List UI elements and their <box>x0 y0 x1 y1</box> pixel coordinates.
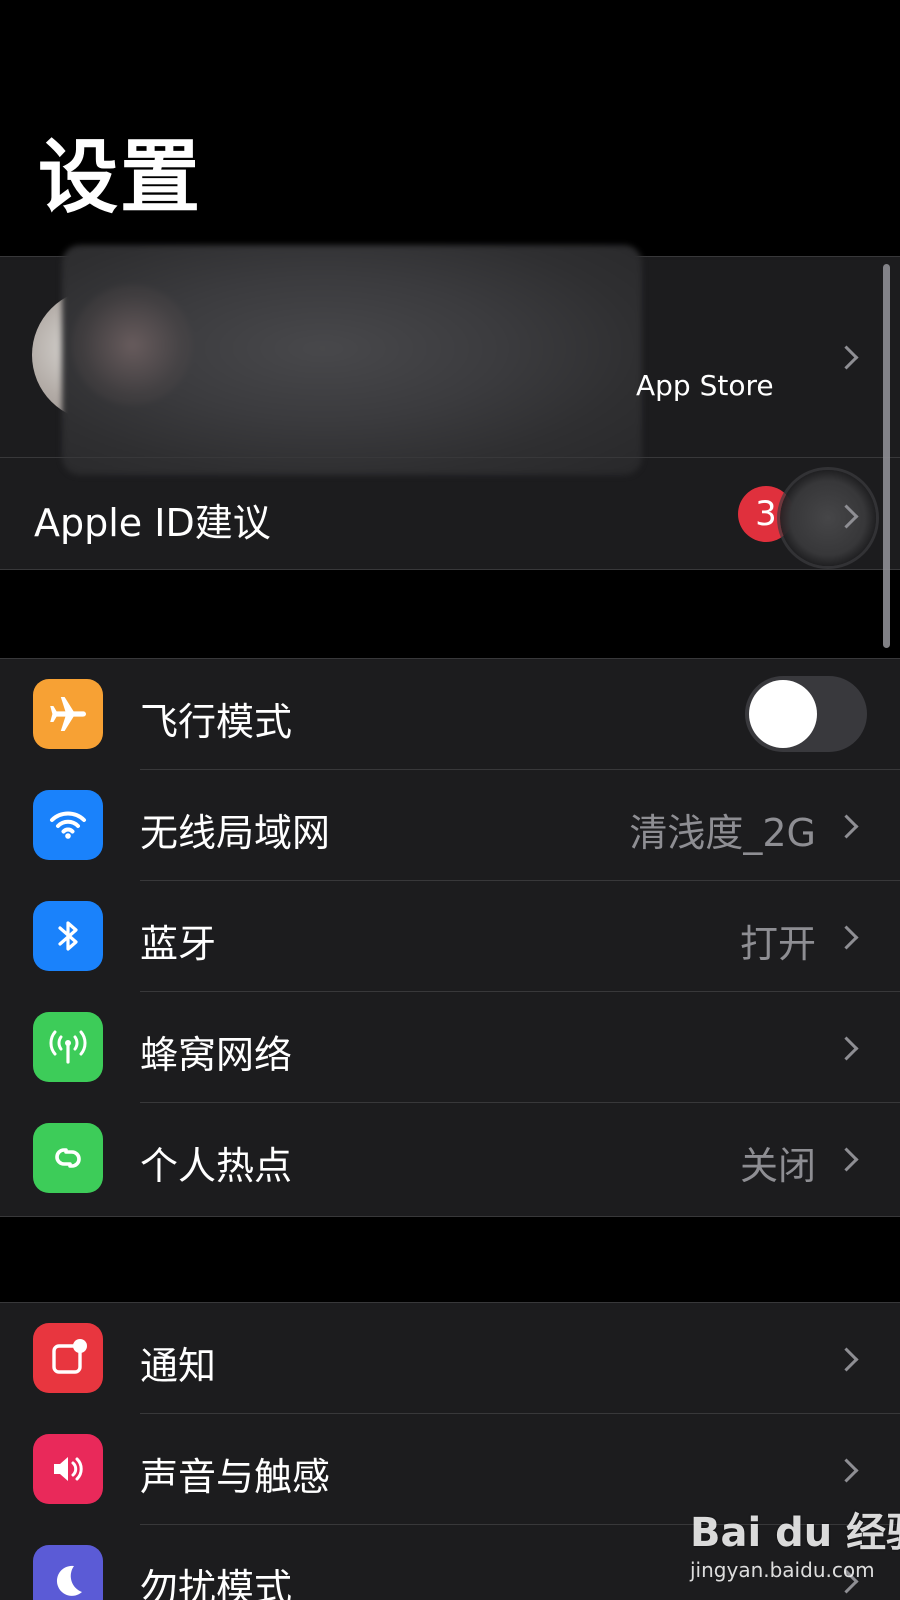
suggestion-label: Apple ID建议 <box>34 501 271 545</box>
apple-id-profile-row[interactable]: App Store <box>0 245 900 475</box>
row-label: 蓝牙 <box>140 922 217 966</box>
row-label: 声音与触感 <box>140 1455 331 1499</box>
bluetooth-icon <box>33 901 103 971</box>
chevron-right-icon <box>834 925 859 950</box>
chevron-right-icon <box>834 1347 859 1372</box>
airplane-icon <box>33 679 103 749</box>
profile-subtitle: App Store <box>636 369 774 402</box>
speaker-icon <box>33 1434 103 1504</box>
network-settings-group: 飞行模式 无线局域网 清浅度_2G 蓝牙 打开 蜂窝网络 个人热点 关闭 <box>0 658 900 1217</box>
baidu-jingyan-watermark: Bai du 经验 jingyan.baidu.com <box>690 1500 900 1600</box>
chevron-right-icon <box>834 1147 859 1172</box>
toggle-knob <box>749 680 817 748</box>
page-title: 设置 <box>38 131 202 224</box>
chevron-right-icon <box>834 1458 859 1483</box>
row-value: 关闭 <box>739 1144 816 1188</box>
row-label: 通知 <box>140 1344 217 1388</box>
row-value: 打开 <box>739 922 816 966</box>
row-cellular[interactable]: 蜂窝网络 <box>0 992 900 1103</box>
row-personal-hotspot[interactable]: 个人热点 关闭 <box>0 1103 900 1214</box>
notification-icon <box>33 1323 103 1393</box>
hotspot-link-icon <box>33 1123 103 1193</box>
settings-screen: 设置 App Store Apple ID建议 3 飞行模式 无线局域网 清浅度… <box>0 0 900 1600</box>
chevron-right-icon <box>834 814 859 839</box>
row-label: 个人热点 <box>140 1144 293 1188</box>
watermark-url: jingyan.baidu.com <box>690 1558 875 1582</box>
airplane-mode-toggle[interactable] <box>745 676 867 752</box>
row-airplane-mode[interactable]: 飞行模式 <box>0 659 900 770</box>
watermark-logo: Bai du 经验 <box>690 1510 900 1556</box>
row-wifi[interactable]: 无线局域网 清浅度_2G <box>0 770 900 881</box>
wifi-icon <box>33 790 103 860</box>
privacy-blur-overlay <box>62 245 642 475</box>
cellular-antenna-icon <box>33 1012 103 1082</box>
chevron-right-icon <box>834 345 859 370</box>
row-notifications[interactable]: 通知 <box>0 1303 900 1414</box>
row-label: 无线局域网 <box>140 811 331 855</box>
chevron-right-icon <box>834 1036 859 1061</box>
row-label: 飞行模式 <box>140 700 293 744</box>
moon-icon <box>33 1545 103 1600</box>
apple-id-suggestions-row[interactable]: Apple ID建议 3 <box>0 458 900 569</box>
row-label: 蜂窝网络 <box>140 1033 293 1077</box>
row-value: 清浅度_2G <box>629 811 816 855</box>
assistive-touch-button[interactable] <box>780 470 876 566</box>
row-label: 勿扰模式 <box>140 1566 293 1600</box>
apple-id-group: App Store Apple ID建议 3 <box>0 245 900 570</box>
scrollbar[interactable] <box>883 264 890 648</box>
row-bluetooth[interactable]: 蓝牙 打开 <box>0 881 900 992</box>
